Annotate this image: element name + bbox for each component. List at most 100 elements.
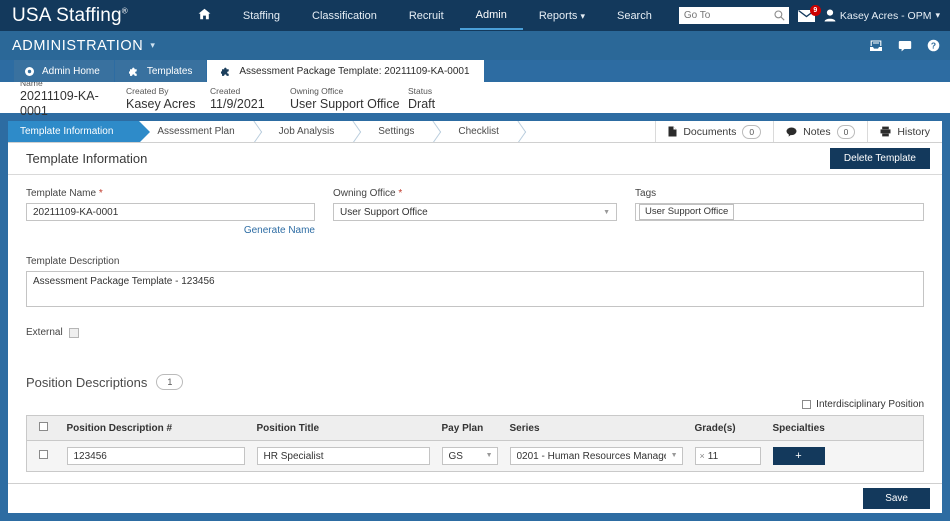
step-template-information[interactable]: Template Information: [8, 121, 151, 142]
page-title: Template Information: [26, 151, 148, 166]
chevron-down-icon[interactable]: ▾: [150, 40, 155, 51]
notes-count: 0: [836, 124, 856, 139]
home-icon: [198, 8, 211, 20]
step-assessment-plan[interactable]: Assessment Plan: [139, 121, 260, 142]
record-field-created: Created 11/9/2021: [210, 86, 290, 112]
position-descriptions-table: Position Description # Position Title Pa…: [26, 415, 924, 472]
save-button[interactable]: Save: [863, 488, 930, 509]
workflow-steps: Template Information Assessment Plan Job…: [8, 121, 942, 143]
chevron-down-icon: ▼: [603, 209, 611, 216]
description-textarea[interactable]: [26, 271, 924, 307]
tag-chip[interactable]: User Support Office: [639, 204, 735, 220]
series-select-wrap: ▼: [509, 447, 683, 465]
panel-header: Template Information Delete Template: [8, 143, 942, 175]
step-job-analysis[interactable]: Job Analysis: [261, 121, 361, 142]
step-label: Checklist: [458, 126, 499, 137]
col-series: Series: [503, 415, 689, 441]
nav-recruit[interactable]: Recruit: [393, 3, 460, 29]
series-select[interactable]: [509, 447, 683, 465]
record-label: Status: [408, 85, 433, 96]
notes-label: Notes: [803, 125, 831, 138]
delete-template-button[interactable]: Delete Template: [829, 148, 930, 169]
admin-bar-icons: ?: [869, 39, 940, 52]
nav-classification[interactable]: Classification: [296, 3, 393, 29]
step-label: Template Information: [20, 126, 114, 137]
inbox-icon[interactable]: [869, 39, 883, 52]
pd-number-input[interactable]: [66, 447, 245, 465]
message-count-badge: 9: [809, 4, 821, 16]
external-checkbox[interactable]: [68, 327, 79, 338]
template-name-label: Template Name *: [26, 188, 103, 199]
svg-text:?: ?: [931, 41, 936, 51]
grades-input[interactable]: × 11: [694, 447, 761, 465]
step-checklist[interactable]: Checklist: [440, 121, 525, 142]
record-tab-strip: Admin Home Templates Assessment Package …: [0, 60, 950, 82]
col-pay-plan: Pay Plan: [435, 415, 504, 441]
top-navigation-bar: USA Staffing® Staffing Classification Re…: [0, 0, 950, 31]
search-icon: [774, 10, 785, 21]
nav-staffing[interactable]: Staffing: [227, 3, 296, 29]
record-field-owning-office: Owning Office User Support Office: [290, 86, 408, 112]
record-label: Owning Office: [290, 85, 344, 96]
notes-button[interactable]: Notes 0: [773, 121, 867, 142]
nav-reports-label: Reports: [538, 9, 578, 22]
avatar-icon: [824, 9, 836, 22]
documents-label: Documents: [683, 125, 737, 138]
step-settings[interactable]: Settings: [360, 121, 440, 142]
messages-button[interactable]: 9: [797, 4, 821, 22]
position-title-input[interactable]: [256, 447, 430, 465]
documents-button[interactable]: Documents 0: [655, 121, 773, 142]
nav-home[interactable]: [182, 1, 227, 30]
tab-templates[interactable]: Templates: [114, 60, 208, 82]
nav-search[interactable]: Search: [601, 3, 668, 29]
required-marker: *: [98, 188, 103, 199]
tags-label: Tags: [635, 188, 657, 199]
step-label: Settings: [378, 126, 415, 137]
history-icon: [880, 126, 891, 137]
goto-search[interactable]: [678, 7, 789, 24]
form-body: Template Name * Generate Name Owning Off…: [8, 175, 942, 483]
content-frame: Template Information Assessment Plan Job…: [6, 119, 944, 515]
step-label: Job Analysis: [278, 126, 335, 137]
col-select: [26, 415, 61, 441]
position-descriptions-count: 1: [156, 374, 184, 390]
add-specialty-button[interactable]: +: [772, 447, 825, 465]
select-all-checkbox[interactable]: [39, 422, 49, 431]
record-value: 20211109-KA-0001: [20, 89, 99, 118]
remove-grade-icon[interactable]: ×: [700, 451, 705, 461]
generate-name-link[interactable]: Generate Name: [244, 225, 315, 236]
help-icon[interactable]: ?: [927, 39, 940, 52]
status-badge: Draft: [408, 96, 436, 111]
history-button[interactable]: History: [867, 121, 942, 142]
tab-assessment-package-template[interactable]: Assessment Package Template: 20211109-KA…: [207, 60, 485, 82]
position-descriptions-title: Position Descriptions: [26, 374, 148, 390]
tab-admin-home[interactable]: Admin Home: [14, 60, 115, 82]
cell-series: ▼: [503, 440, 689, 472]
primary-nav: Staffing Classification Recruit Admin Re…: [182, 1, 668, 30]
chevron-down-icon: ▾: [935, 10, 940, 20]
user-menu[interactable]: Kasey Acres - OPM ▾: [824, 9, 940, 22]
owning-office-label: Owning Office *: [333, 188, 403, 199]
chat-icon[interactable]: [898, 40, 912, 52]
interdisciplinary-checkbox[interactable]: [802, 400, 812, 409]
tab-label: Assessment Package Template: 20211109-KA…: [239, 65, 470, 77]
tags-input[interactable]: User Support Office: [635, 203, 925, 221]
col-position-title: Position Title: [250, 415, 436, 441]
goto-input[interactable]: [678, 7, 789, 24]
tab-label: Templates: [146, 65, 193, 77]
history-label: History: [897, 125, 930, 138]
row-checkbox[interactable]: [39, 450, 49, 459]
cell-grades: × 11: [688, 440, 767, 472]
form-row-1: Template Name * Generate Name Owning Off…: [26, 188, 925, 236]
external-group: External: [26, 327, 924, 338]
template-name-input[interactable]: [26, 203, 315, 221]
col-pd-number: Position Description #: [60, 415, 251, 441]
cell-specialties: +: [766, 440, 924, 472]
nav-reports[interactable]: Reports ▾: [523, 3, 601, 29]
record-field-created-by: Created By Kasey Acres: [126, 86, 210, 112]
owning-office-select[interactable]: [333, 203, 618, 221]
brand-registered-mark: ®: [121, 6, 128, 16]
record-actions: Documents 0 Notes 0 History: [655, 121, 942, 142]
chevron-down-icon: ▼: [485, 452, 493, 459]
nav-admin[interactable]: Admin: [459, 2, 523, 30]
